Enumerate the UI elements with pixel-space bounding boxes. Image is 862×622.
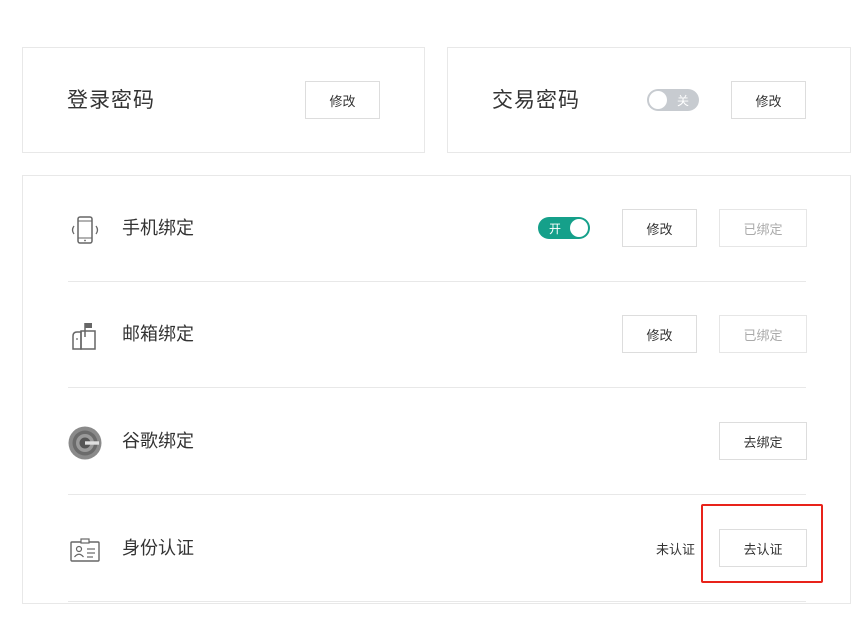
phone-icon [68, 213, 102, 247]
phone-binding-row: 手机绑定 开 修改 已绑定 [68, 176, 807, 282]
phone-binding-label: 手机绑定 [122, 218, 194, 239]
row-divider [68, 387, 806, 388]
google-binding-row: 谷歌绑定 去绑定 [68, 389, 807, 495]
identity-verification-label: 身份认证 [122, 538, 194, 559]
email-binding-row: 邮箱绑定 修改 已绑定 [68, 282, 807, 388]
identity-verification-row: 身份认证 未认证 去认证 [68, 496, 807, 602]
login-password-card: 登录密码 修改 [22, 47, 425, 153]
google-binding-label: 谷歌绑定 [122, 431, 194, 452]
toggle-knob [649, 91, 667, 109]
phone-binding-toggle[interactable]: 开 [538, 217, 590, 239]
toggle-label: 开 [549, 221, 562, 236]
row-divider [68, 494, 806, 495]
login-password-modify-button[interactable]: 修改 [305, 81, 380, 119]
trade-password-modify-button[interactable]: 修改 [731, 81, 806, 119]
email-bound-button: 已绑定 [719, 315, 807, 353]
verification-status: 未认证 [656, 543, 696, 558]
id-card-icon [68, 533, 102, 567]
phone-modify-button[interactable]: 修改 [622, 209, 697, 247]
email-modify-button[interactable]: 修改 [622, 315, 697, 353]
highlight-box [701, 504, 823, 583]
trade-password-toggle[interactable]: 关 [647, 89, 699, 111]
google-authenticator-icon [68, 426, 102, 460]
trade-password-card: 交易密码 关 修改 [447, 47, 851, 153]
row-divider [68, 601, 806, 602]
phone-bound-button: 已绑定 [719, 209, 807, 247]
toggle-knob [570, 219, 588, 237]
trade-password-title: 交易密码 [492, 88, 580, 112]
toggle-label: 关 [676, 93, 689, 108]
mailbox-icon [68, 319, 102, 353]
email-binding-label: 邮箱绑定 [122, 324, 194, 345]
google-bind-button[interactable]: 去绑定 [719, 422, 807, 460]
login-password-title: 登录密码 [67, 88, 155, 112]
